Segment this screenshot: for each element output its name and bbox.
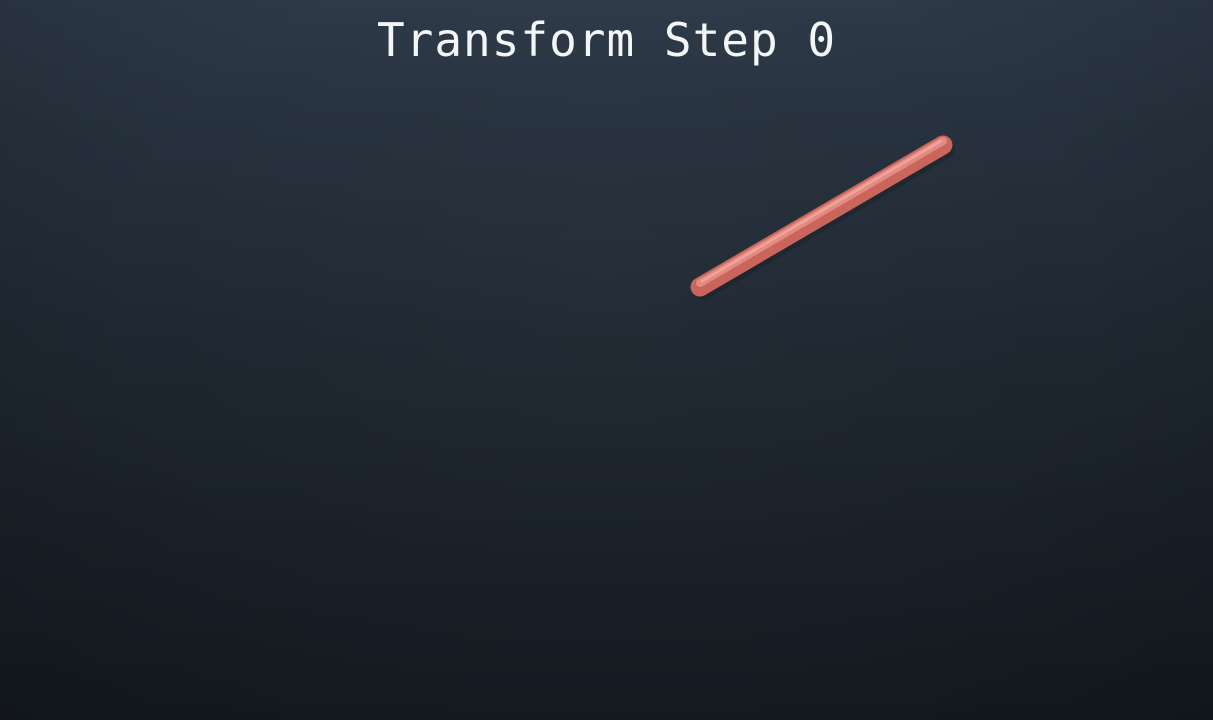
rod-specular [700,139,943,283]
scene-canvas [690,135,955,300]
rod [690,135,955,300]
render-viewport: Transform Step 0 [0,0,1213,720]
